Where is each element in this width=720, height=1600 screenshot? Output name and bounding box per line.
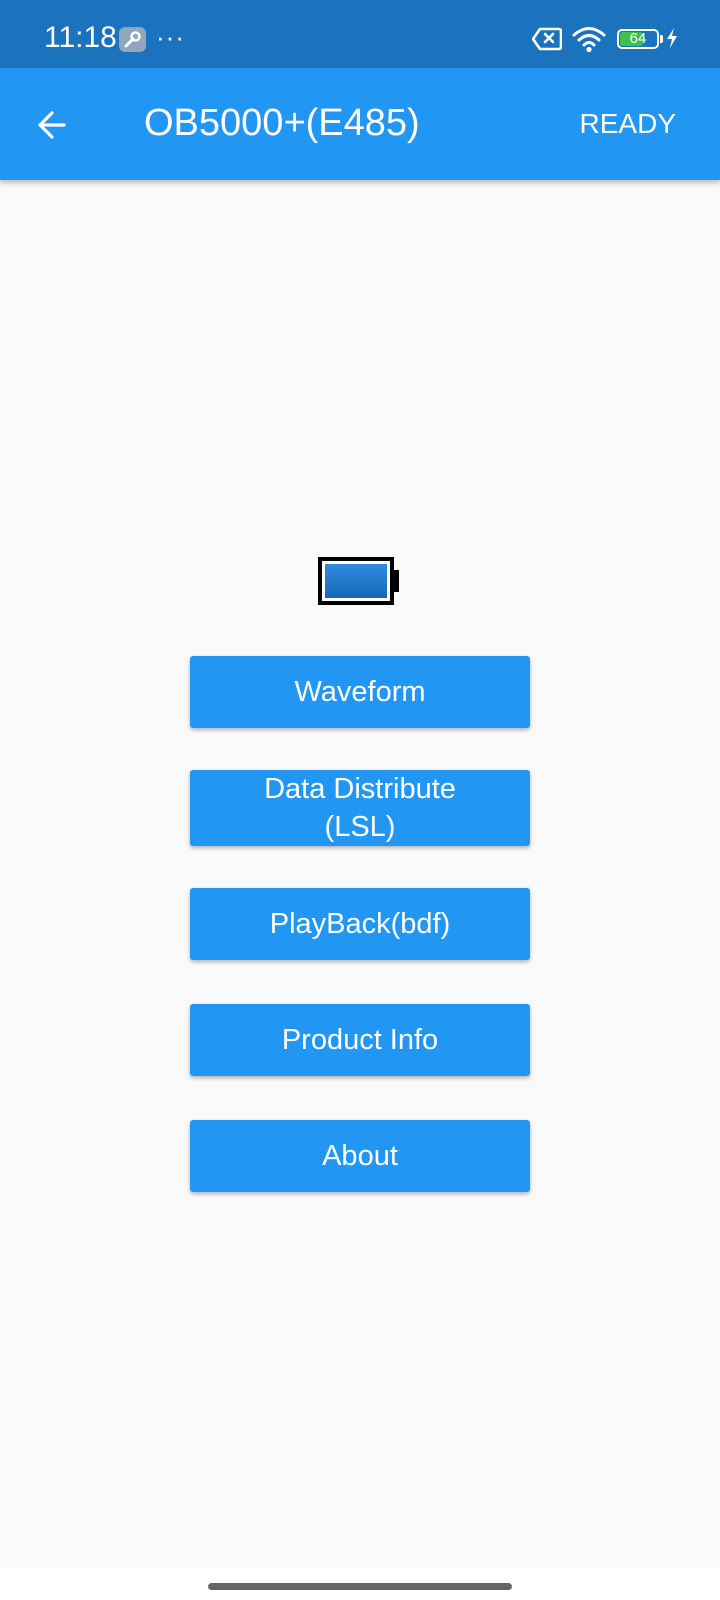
waveform-button[interactable]: Waveform xyxy=(190,656,530,728)
home-indicator[interactable] xyxy=(208,1583,512,1590)
system-status-bar: 11:18 ··· 64 xyxy=(0,0,720,68)
playback-label: PlayBack(bdf) xyxy=(269,907,451,940)
battery-level: 64 xyxy=(629,30,647,47)
data-distribute-label-line1: Data Distribute xyxy=(264,773,456,805)
wrench-icon xyxy=(119,27,146,52)
playback-button[interactable]: PlayBack(bdf) xyxy=(190,888,530,960)
app-bar: OB5000+(E485) READY xyxy=(0,68,720,180)
status-overflow-dots: ··· xyxy=(156,22,185,52)
status-time: 11:18 xyxy=(44,21,117,54)
back-button[interactable] xyxy=(30,103,74,147)
product-info-label: Product Info xyxy=(281,1023,439,1056)
waveform-label: Waveform xyxy=(294,675,426,708)
ready-status-button[interactable]: READY xyxy=(580,106,676,142)
device-battery-nub xyxy=(394,570,399,592)
device-battery-icon xyxy=(318,557,394,605)
product-info-button[interactable]: Product Info xyxy=(190,1004,530,1076)
app-title: OB5000+(E485) xyxy=(144,102,420,144)
data-distribute-button[interactable]: Data Distribute (LSL) xyxy=(190,770,530,846)
battery-nub xyxy=(660,35,663,43)
data-distribute-label-line2: (LSL) xyxy=(324,811,396,843)
wifi-icon xyxy=(572,25,606,58)
about-label: About xyxy=(322,1139,398,1172)
device-battery-fill xyxy=(325,564,387,598)
charging-bolt-icon xyxy=(666,28,678,53)
about-button[interactable]: About xyxy=(190,1120,530,1192)
battery-icon: 64 xyxy=(617,29,659,49)
no-sim-icon xyxy=(531,27,563,56)
arrow-left-icon xyxy=(38,111,66,139)
